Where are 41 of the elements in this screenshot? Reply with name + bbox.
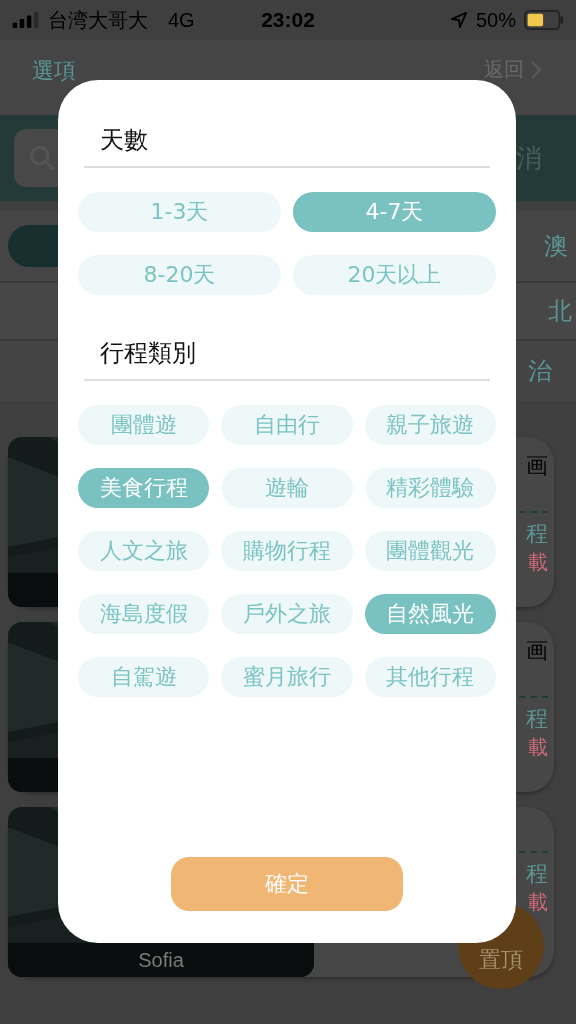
battery-percent: 50% xyxy=(475,8,516,32)
filter-chip[interactable]: 蜜月旅行 xyxy=(221,657,353,697)
filter-chip[interactable]: 購物行程 xyxy=(221,531,353,571)
filter-chip[interactable]: 其他行程 xyxy=(364,657,496,697)
options-link[interactable]: 選項 xyxy=(32,56,76,86)
trip-link[interactable]: 程 xyxy=(526,519,548,549)
filter-chip[interactable]: 1-3天 xyxy=(78,192,281,232)
card-caption: Sofia xyxy=(138,948,184,972)
clock-time: 23:02 xyxy=(261,8,315,32)
section-title: 行程類別 xyxy=(99,338,196,369)
download-link[interactable]: 載 xyxy=(528,549,548,576)
card-title: 画 xyxy=(526,637,548,665)
signal-icon xyxy=(12,12,40,28)
carrier-name: 台湾大哥大 xyxy=(48,7,148,33)
filter-chip[interactable]: 8-20天 xyxy=(78,255,281,295)
location-arrow-icon xyxy=(449,11,468,29)
filter-chip[interactable]: 精彩體驗 xyxy=(364,468,496,508)
filter-chip[interactable]: 自由行 xyxy=(221,405,353,445)
battery-icon xyxy=(524,10,564,30)
filter-chip[interactable]: 自駕遊 xyxy=(78,657,210,697)
filter-chip[interactable]: 團體遊 xyxy=(78,405,210,445)
filter-chip[interactable]: 4-7天 xyxy=(293,192,496,232)
section-title: 天數 xyxy=(99,125,148,156)
confirm-button[interactable]: 確定 xyxy=(171,857,403,911)
filter-chip[interactable]: 親子旅遊 xyxy=(364,405,496,445)
trip-link[interactable]: 程 xyxy=(526,704,548,734)
city-label[interactable]: 治 xyxy=(528,355,552,387)
filter-chip[interactable]: 海島度假 xyxy=(78,594,210,634)
city-label[interactable]: 北 xyxy=(548,295,572,327)
filter-chip[interactable]: 戶外之旅 xyxy=(221,594,353,634)
filter-chip[interactable]: 20天以上 xyxy=(293,255,496,295)
filter-chip[interactable]: 團體觀光 xyxy=(364,531,496,571)
download-link[interactable]: 載 xyxy=(528,734,548,761)
card-title: 画 xyxy=(526,452,548,480)
filter-chip[interactable]: 人文之旅 xyxy=(78,531,210,571)
filter-chip[interactable]: 美食行程 xyxy=(78,468,210,508)
network-type: 4G xyxy=(168,8,195,32)
trip-link[interactable]: 程 xyxy=(526,859,548,889)
filter-chip[interactable]: 遊輪 xyxy=(221,468,353,508)
filter-chip[interactable]: 自然風光 xyxy=(364,594,496,634)
region-tab-label[interactable]: 澳 xyxy=(544,230,568,262)
